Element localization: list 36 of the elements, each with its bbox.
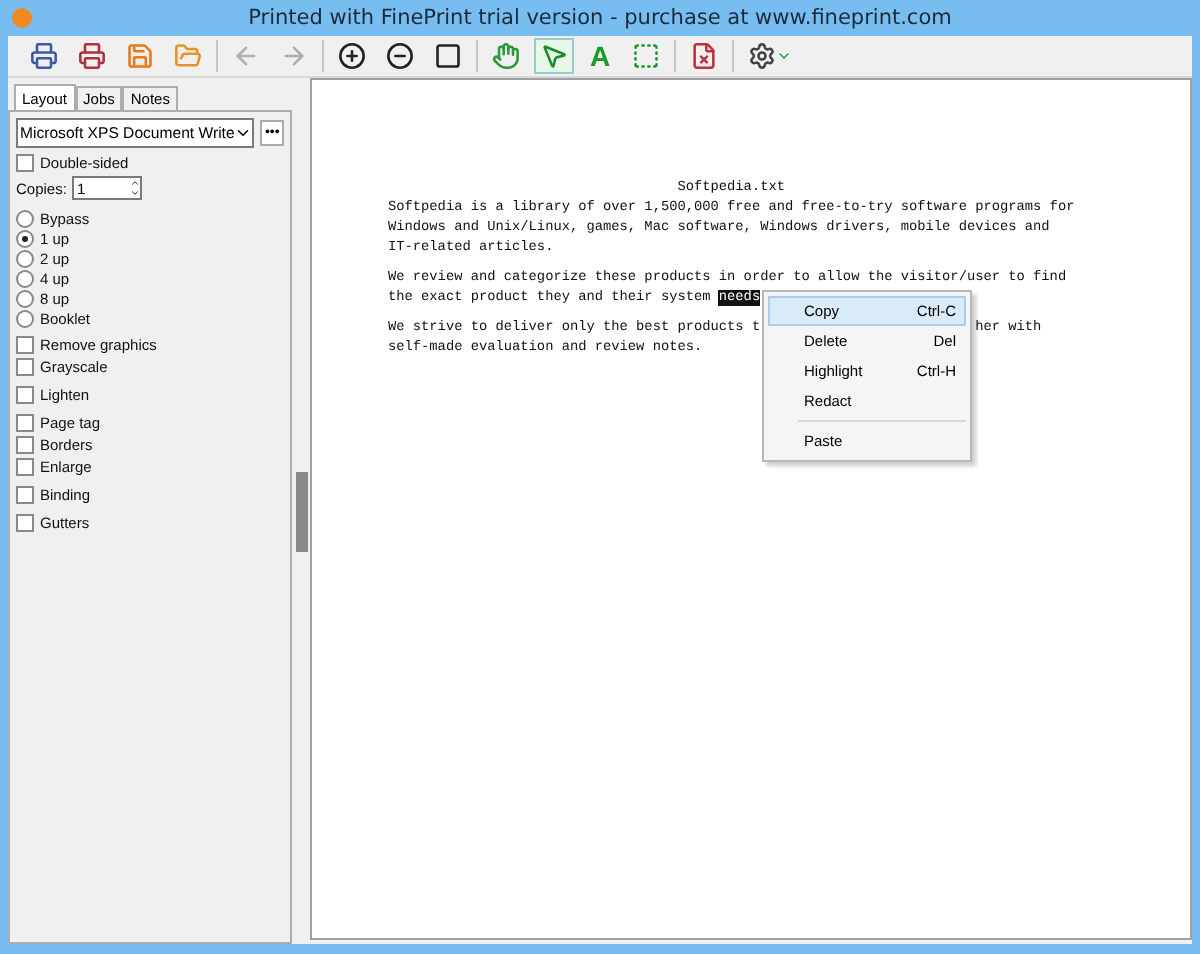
zoom-out-icon	[386, 42, 414, 70]
hand-icon	[492, 42, 520, 70]
checkbox[interactable]	[16, 414, 34, 432]
checkbox[interactable]	[16, 153, 34, 171]
radio-button[interactable]	[16, 269, 34, 287]
checkbox[interactable]	[16, 514, 34, 532]
pointer-icon	[540, 42, 568, 70]
window-title: Printed with FinePrint trial version - purchase at www.fineprint.com	[246, 6, 954, 30]
radio-button[interactable]	[16, 249, 34, 267]
radio-button[interactable]	[16, 229, 34, 247]
settings-icon	[748, 42, 776, 70]
checkbox[interactable]	[16, 358, 34, 376]
checkbox[interactable]	[16, 386, 34, 404]
save-icon	[126, 42, 154, 70]
radio-button[interactable]	[16, 289, 34, 307]
zoom-in-icon	[338, 42, 366, 70]
checkbox[interactable]	[16, 486, 34, 504]
printer-icon	[30, 42, 58, 70]
forward-icon	[280, 42, 308, 70]
pointer-button[interactable]	[534, 38, 574, 74]
folder-icon	[174, 42, 202, 70]
radio-button[interactable]	[16, 209, 34, 227]
checkbox[interactable]	[16, 436, 34, 454]
app-icon	[12, 8, 32, 28]
checkbox[interactable]	[16, 458, 34, 476]
fit-page-icon	[434, 42, 462, 70]
checkbox[interactable]	[16, 336, 34, 354]
delete-page-icon	[690, 42, 718, 70]
radio-button[interactable]	[16, 309, 34, 327]
spin-down-icon	[130, 188, 141, 198]
splitter-handle[interactable]	[295, 471, 307, 551]
selection-icon	[632, 42, 660, 70]
back-icon	[232, 42, 260, 70]
caret-icon	[776, 48, 792, 64]
printer-icon	[78, 42, 106, 70]
spin-up-icon	[130, 178, 141, 188]
